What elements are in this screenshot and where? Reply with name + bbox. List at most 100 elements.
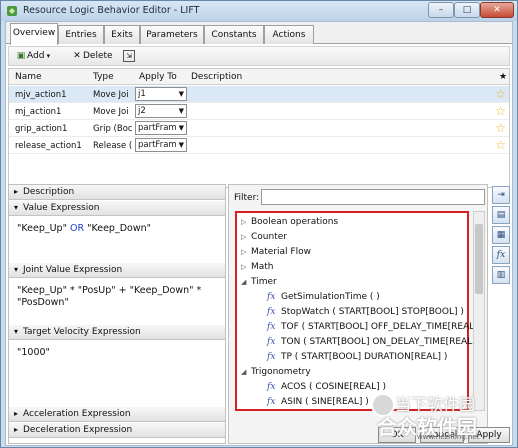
tree-node-material-flow[interactable]: ▷ Material Flow bbox=[241, 247, 311, 257]
actions-grid: Name Type Apply To Description ★ mjv_act… bbox=[8, 68, 510, 188]
table-row[interactable]: mjv_action1 Move Joi j1 ▼ ☆ bbox=[9, 86, 509, 103]
tab-entries[interactable]: Entries bbox=[58, 25, 104, 44]
col-type[interactable]: Type bbox=[93, 72, 114, 82]
expand-icon[interactable]: ▷ bbox=[241, 233, 251, 241]
section-acceleration-expression[interactable]: ▸ Acceleration Expression bbox=[9, 407, 225, 422]
tab-exits[interactable]: Exits bbox=[104, 25, 140, 44]
apply-to-value: partFram bbox=[138, 123, 177, 133]
add-icon: ▣ bbox=[16, 51, 26, 61]
tab-constants[interactable]: Constants bbox=[204, 25, 264, 44]
section-value-expression[interactable]: ▾ Value Expression bbox=[9, 201, 225, 216]
function-icon: fx bbox=[267, 382, 276, 392]
delete-label: Delete bbox=[83, 51, 113, 61]
function-item[interactable]: fx TP ( START[BOOL] DURATION[REAL] ) bbox=[267, 352, 447, 362]
chevron-down-icon: ▾ bbox=[13, 327, 18, 336]
section-acceleration-expression-label: Acceleration Expression bbox=[23, 409, 131, 419]
filter-label: Filter: bbox=[234, 193, 260, 203]
value-expression-text[interactable]: "Keep_Up" OR "Keep_Down" bbox=[17, 223, 151, 235]
chevron-down-icon: ▼ bbox=[178, 90, 184, 98]
function-item[interactable]: fx TON ( START[BOOL] ON_DELAY_TIME[REAL] … bbox=[267, 337, 482, 347]
row-type: Release ( bbox=[93, 141, 133, 151]
export-icon: ⇲ bbox=[123, 50, 135, 62]
export-button[interactable]: ⇲ bbox=[123, 49, 135, 64]
section-value-expression-label: Value Expression bbox=[23, 203, 100, 213]
function-item[interactable]: fx GetSimulationTime ( ) bbox=[267, 292, 380, 302]
variables-icon[interactable]: ▤ bbox=[492, 206, 510, 224]
col-name[interactable]: Name bbox=[15, 72, 42, 82]
col-apply-to[interactable]: Apply To bbox=[139, 72, 177, 82]
tree-scrollbar[interactable] bbox=[473, 211, 485, 411]
add-label: Add bbox=[27, 51, 45, 61]
tree-node-label: Math bbox=[251, 262, 274, 272]
tree-node-label: Timer bbox=[251, 277, 277, 287]
row-type: Grip (Boc bbox=[93, 124, 133, 134]
function-item-label: TON ( START[BOOL] ON_DELAY_TIME[REAL] ) bbox=[281, 337, 483, 347]
parameters-icon[interactable]: ▥ bbox=[492, 266, 510, 284]
joint-expression-line1: "Keep_Up" * "PosUp" + "Keep_Down" * bbox=[17, 285, 202, 296]
app-icon bbox=[7, 6, 17, 16]
tree-node-label: Material Flow bbox=[251, 247, 311, 257]
expand-icon[interactable]: ▷ bbox=[241, 218, 251, 226]
chevron-right-icon: ▸ bbox=[13, 187, 18, 196]
section-deceleration-expression[interactable]: ▸ Deceleration Expression bbox=[9, 423, 225, 438]
filter-input[interactable] bbox=[261, 189, 485, 205]
add-button[interactable]: ▣ Add ▾ bbox=[15, 49, 50, 64]
tab-parameters[interactable]: Parameters bbox=[140, 25, 204, 44]
row-name: grip_action1 bbox=[15, 124, 68, 134]
collapse-icon[interactable]: ◢ bbox=[241, 368, 251, 376]
editor-body: Overview Entries Exits Parameters Consta… bbox=[5, 21, 513, 446]
function-item[interactable]: fx TOF ( START[BOOL] OFF_DELAY_TIME[REAL]… bbox=[267, 322, 484, 332]
scrollbar-thumb[interactable] bbox=[475, 224, 483, 294]
apply-to-select[interactable]: j2 ▼ bbox=[135, 104, 187, 118]
close-button[interactable]: ✕ bbox=[480, 2, 514, 18]
expand-icon[interactable]: ▷ bbox=[241, 263, 251, 271]
tree-node-timer[interactable]: ◢ Timer bbox=[241, 277, 277, 287]
chevron-right-icon: ▸ bbox=[13, 425, 18, 434]
section-joint-value-expression[interactable]: ▾ Joint Value Expression bbox=[9, 263, 225, 278]
col-description[interactable]: Description bbox=[191, 72, 242, 82]
apply-to-value: j1 bbox=[138, 89, 146, 99]
tree-node-counter[interactable]: ▷ Counter bbox=[241, 232, 287, 242]
chevron-down-icon: ▾ bbox=[44, 52, 51, 60]
joint-expression-line2: "PosDown" bbox=[17, 297, 69, 308]
star-icon[interactable]: ☆ bbox=[495, 87, 506, 101]
toolbar: ▣ Add ▾ ✕ Delete ⇲ bbox=[8, 46, 510, 66]
function-item[interactable]: fx ASIN ( SINE[REAL] ) bbox=[267, 397, 369, 407]
grid-header: Name Type Apply To Description ★ bbox=[9, 69, 509, 85]
insert-icon[interactable]: ⇥ bbox=[492, 186, 510, 204]
table-row[interactable]: release_action1 Release ( partFram ▼ ☆ bbox=[9, 137, 509, 154]
apply-to-select[interactable]: j1 ▼ bbox=[135, 87, 187, 101]
title-bar: Resource Logic Behavior Editor - LIFT – … bbox=[1, 1, 517, 21]
minimize-button[interactable]: – bbox=[428, 2, 454, 18]
expand-icon[interactable]: ▷ bbox=[241, 248, 251, 256]
tab-bar: Overview Entries Exits Parameters Consta… bbox=[6, 22, 512, 45]
value-operand-b: "Keep_Down" bbox=[87, 223, 151, 234]
chevron-down-icon: ▼ bbox=[178, 107, 184, 115]
maximize-icon: □ bbox=[462, 5, 472, 15]
table-row[interactable]: mj_action1 Move Joi j2 ▼ ☆ bbox=[9, 103, 509, 120]
function-item[interactable]: fx StopWatch ( START[BOOL] STOP[BOOL] ) bbox=[267, 307, 464, 317]
delete-button[interactable]: ✕ Delete bbox=[71, 49, 113, 64]
maximize-button[interactable]: □ bbox=[454, 2, 480, 18]
tree-node-boolean[interactable]: ▷ Boolean operations bbox=[241, 217, 338, 227]
constants-icon[interactable]: ▦ bbox=[492, 226, 510, 244]
tree-node-math[interactable]: ▷ Math bbox=[241, 262, 274, 272]
row-type: Move Joi bbox=[93, 107, 129, 117]
tree-node-label: Boolean operations bbox=[251, 217, 339, 227]
apply-to-select[interactable]: partFram ▼ bbox=[135, 138, 187, 152]
joint-value-expression-text[interactable]: "Keep_Up" * "PosUp" + "Keep_Down" * "Pos… bbox=[17, 285, 201, 309]
tree-node-trigonometry[interactable]: ◢ Trigonometry bbox=[241, 367, 311, 377]
collapse-icon[interactable]: ◢ bbox=[241, 278, 251, 286]
target-velocity-expression-text[interactable]: "1000" bbox=[17, 347, 50, 359]
function-item[interactable]: fx ACOS ( COSINE[REAL] ) bbox=[267, 382, 386, 392]
tab-actions[interactable]: Actions bbox=[264, 25, 314, 44]
star-icon[interactable]: ☆ bbox=[495, 121, 506, 135]
table-row[interactable]: grip_action1 Grip (Boc partFram ▼ ☆ bbox=[9, 120, 509, 137]
section-target-velocity-expression[interactable]: ▾ Target Velocity Expression bbox=[9, 325, 225, 340]
star-icon[interactable]: ☆ bbox=[495, 138, 506, 152]
tab-overview[interactable]: Overview bbox=[10, 23, 58, 45]
apply-to-select[interactable]: partFram ▼ bbox=[135, 121, 187, 135]
function-icon[interactable]: fx bbox=[492, 246, 510, 264]
star-icon[interactable]: ☆ bbox=[495, 104, 506, 118]
section-description[interactable]: ▸ Description bbox=[9, 185, 225, 200]
